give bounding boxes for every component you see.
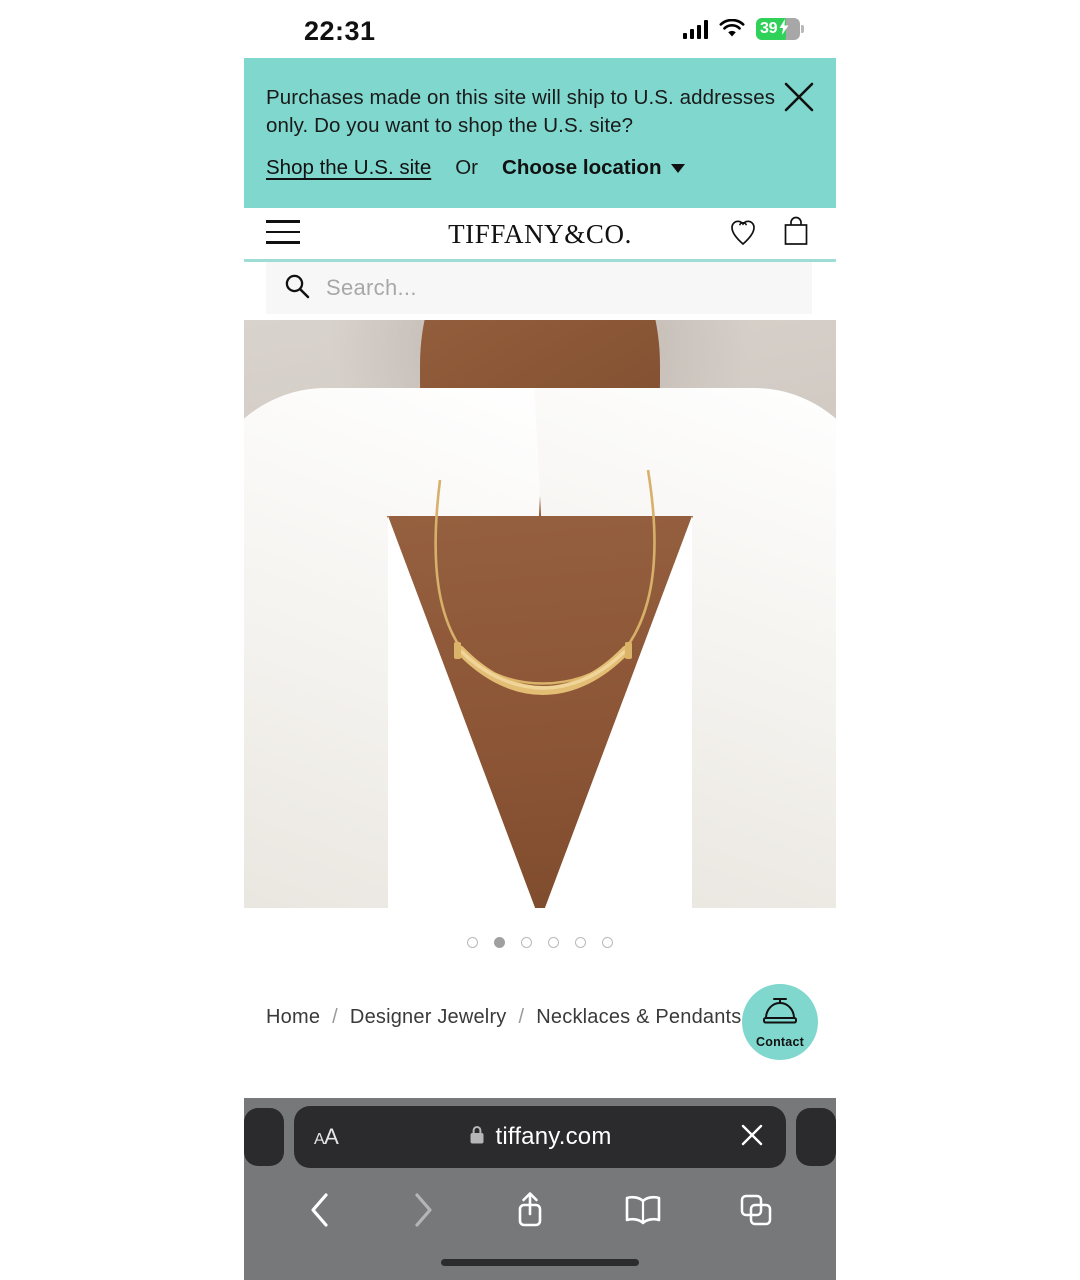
breadcrumb-item-designer-jewelry[interactable]: Designer Jewelry <box>350 1006 507 1029</box>
carousel-dot[interactable] <box>575 936 586 948</box>
geo-banner-message: Purchases made on this site will ship to… <box>266 86 776 137</box>
share-icon[interactable] <box>513 1189 547 1236</box>
geo-location-banner: Purchases made on this site will ship to… <box>244 58 836 208</box>
breadcrumb-item-home[interactable]: Home <box>266 1006 320 1029</box>
carousel-pagination <box>244 908 836 976</box>
lock-icon <box>468 1124 486 1151</box>
status-bar-clock: 22:31 <box>304 16 376 46</box>
breadcrumb: Home / Designer Jewelry / Necklaces & Pe… <box>266 1006 742 1029</box>
geo-banner-actions: Shop the U.S. site Or Choose location <box>266 156 812 180</box>
breadcrumb-row: Home / Designer Jewelry / Necklaces & Pe… <box>244 976 836 1096</box>
safari-url-row: AAAA tiffany.com <box>244 1098 836 1176</box>
breadcrumb-separator: / <box>332 1006 338 1028</box>
heart-charm-icon[interactable] <box>730 216 756 251</box>
address-bar-content: tiffany.com <box>294 1123 786 1151</box>
header-icon-group <box>730 216 810 251</box>
next-tab-edge[interactable] <box>796 1108 836 1166</box>
service-bell-icon <box>760 996 800 1033</box>
breadcrumb-separator: / <box>518 1006 525 1028</box>
contact-button[interactable]: Contact <box>742 984 818 1060</box>
chevron-left-icon[interactable] <box>307 1190 333 1235</box>
search-icon <box>284 273 310 304</box>
webpage-viewport: Purchases made on this site will ship to… <box>244 58 836 1280</box>
close-icon[interactable] <box>738 1121 766 1154</box>
carousel-dot[interactable] <box>548 936 559 948</box>
chevron-down-icon <box>671 163 686 173</box>
wifi-icon <box>719 18 745 39</box>
close-icon[interactable] <box>782 80 816 114</box>
carousel-dot[interactable] <box>521 936 532 948</box>
gold-necklace <box>434 469 656 695</box>
search-bar: Search... <box>244 262 836 320</box>
battery-charging-icon: 39 <box>756 18 804 40</box>
status-bar-indicators: 39 <box>682 18 804 40</box>
ios-status-bar: 22:31 39 <box>244 0 836 58</box>
chevron-right-icon[interactable] <box>410 1190 436 1235</box>
choose-location-label: Choose location <box>502 156 662 179</box>
address-bar[interactable]: AAAA tiffany.com <box>294 1106 786 1168</box>
search-placeholder: Search... <box>326 275 417 300</box>
text-size-button[interactable]: AAAA <box>314 1124 339 1150</box>
geo-banner-conjunction: Or <box>455 156 479 179</box>
carousel-dot[interactable] <box>467 936 478 948</box>
previous-tab-edge[interactable] <box>244 1108 284 1166</box>
book-icon[interactable] <box>624 1193 662 1232</box>
tabs-icon[interactable] <box>739 1193 773 1232</box>
shopping-bag-icon[interactable] <box>782 216 810 251</box>
signal-bars-icon <box>682 19 708 39</box>
search-input[interactable]: Search... <box>266 262 812 314</box>
safari-browser-chrome: AAAA tiffany.com <box>244 1098 836 1280</box>
shop-us-site-link[interactable]: Shop the U.S. site <box>266 156 431 180</box>
safari-toolbar <box>244 1176 836 1248</box>
url-text: tiffany.com <box>495 1123 612 1150</box>
carousel-dot[interactable] <box>494 936 505 948</box>
phone-screen: 22:31 39 Purchases made on this site wil… <box>0 0 1080 1280</box>
carousel-dot[interactable] <box>602 936 613 948</box>
contact-button-label: Contact <box>756 1034 804 1049</box>
choose-location-button[interactable]: Choose location <box>502 156 686 180</box>
site-header: TIFFANY&CO. <box>244 208 836 262</box>
home-indicator <box>441 1259 639 1266</box>
breadcrumb-item-necklaces-pendants[interactable]: Necklaces & Pendants <box>536 1006 741 1029</box>
product-hero-image[interactable] <box>244 320 836 908</box>
